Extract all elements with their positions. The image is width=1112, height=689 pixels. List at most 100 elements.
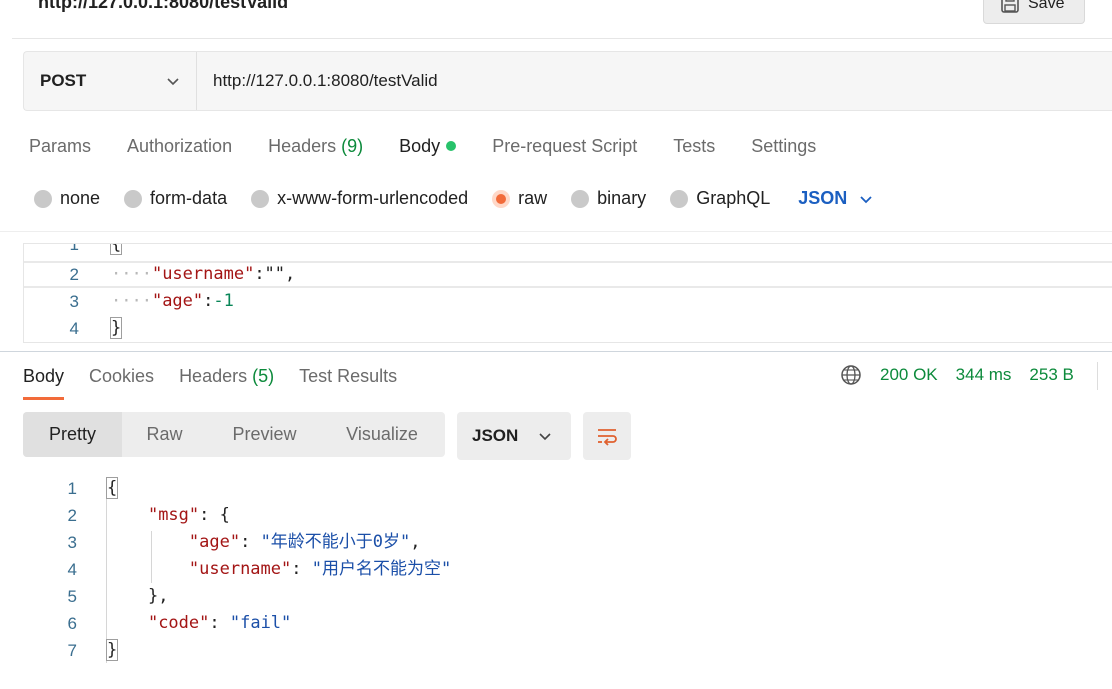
tab-headers[interactable]: Headers (9) xyxy=(268,134,363,172)
raw-format-label: JSON xyxy=(798,188,848,208)
close-brace: } xyxy=(105,639,119,661)
status-code[interactable]: 200 OK xyxy=(880,365,938,385)
url-bar: POST http://127.0.0.1:8080/testValid xyxy=(23,51,1112,111)
request-title[interactable]: http://127.0.0.1:8080/testValid xyxy=(38,0,288,13)
view-mode-visualize[interactable]: Visualize xyxy=(322,412,442,457)
line-code: "code": "fail" xyxy=(107,610,291,637)
body-type-binary[interactable]: binary xyxy=(571,188,646,209)
response-time[interactable]: 344 ms xyxy=(956,365,1012,385)
line-number: 3 xyxy=(69,292,79,311)
line-number: 2 xyxy=(69,265,79,284)
body-type-graphql[interactable]: GraphQL xyxy=(670,188,770,209)
tab-settings-label: Settings xyxy=(751,136,817,156)
pane-split-divider[interactable] xyxy=(0,351,1112,352)
viewer-line: 3 "age": "年龄不能小于0岁", xyxy=(0,529,1112,556)
url-input[interactable]: http://127.0.0.1:8080/testValid xyxy=(197,52,438,110)
json-string-value: "用户名不能为空" xyxy=(311,559,452,579)
response-tab-body[interactable]: Body xyxy=(23,364,65,400)
tab-tests[interactable]: Tests xyxy=(673,134,715,172)
line-code: { xyxy=(105,475,119,502)
viewer-line: 5 }, xyxy=(0,583,1112,610)
request-tabs: Params Authorization Headers (9) Body Pr… xyxy=(29,134,852,172)
json-key: "code" xyxy=(147,613,210,633)
response-status-bar: 200 OK 344 ms 253 B xyxy=(840,364,1074,386)
body-types-divider xyxy=(0,231,1112,232)
line-code: }, xyxy=(107,583,168,610)
line-code: "msg": { xyxy=(107,502,230,529)
radio-selected-icon xyxy=(492,189,511,208)
response-tab-test-results[interactable]: Test Results xyxy=(299,364,397,400)
open-brace: { xyxy=(109,244,123,255)
tab-tests-label: Tests xyxy=(673,136,716,156)
viewer-line: 2 "msg": { xyxy=(0,502,1112,529)
viewer-line: 7 } xyxy=(0,637,1112,664)
tab-authorization[interactable]: Authorization xyxy=(127,134,232,172)
response-tab-headers-label: Headers xyxy=(179,366,248,386)
body-type-none[interactable]: none xyxy=(34,188,100,209)
line-number: 4 xyxy=(67,560,77,579)
request-body-editor[interactable]: 1 { 2 ····"username":"", 3 ····"age":-1 … xyxy=(23,243,1112,343)
chevron-down-icon xyxy=(167,78,179,86)
body-type-graphql-label: GraphQL xyxy=(696,188,771,208)
save-button[interactable]: Save xyxy=(983,0,1085,24)
radio-icon xyxy=(124,189,143,208)
wrap-lines-button[interactable] xyxy=(583,412,631,460)
json-colon: : xyxy=(203,291,214,311)
radio-icon xyxy=(670,189,689,208)
json-value: -1 xyxy=(213,291,234,311)
tab-body-label: Body xyxy=(399,136,441,156)
close-brace: } xyxy=(109,317,123,339)
response-tabs: Body Cookies Headers (5) Test Results xyxy=(23,364,422,400)
json-key: "age" xyxy=(151,291,204,311)
body-type-form-data[interactable]: form-data xyxy=(124,188,227,209)
tab-pre-request-script[interactable]: Pre-request Script xyxy=(492,134,637,172)
body-type-urlencoded[interactable]: x-www-form-urlencoded xyxy=(251,188,468,209)
tab-params[interactable]: Params xyxy=(29,134,91,172)
method-select[interactable]: POST xyxy=(24,52,197,110)
tab-body[interactable]: Body xyxy=(399,134,457,172)
json-string-value: "fail" xyxy=(229,613,292,633)
chevron-down-icon xyxy=(539,433,551,441)
response-tab-headers[interactable]: Headers (5) xyxy=(179,364,274,400)
view-mode-preview[interactable]: Preview xyxy=(207,412,322,457)
radio-icon xyxy=(251,189,270,208)
response-format-select[interactable]: JSON xyxy=(457,412,571,460)
json-colon: : xyxy=(240,532,261,552)
response-body-viewer[interactable]: 1 { 2 "msg": { 3 "age": "年龄不能小于0岁", 4 "u… xyxy=(0,475,1112,675)
close-inner-brace: }, xyxy=(147,586,169,606)
radio-icon xyxy=(34,189,52,208)
body-type-urlencoded-label: x-www-form-urlencoded xyxy=(277,188,469,208)
line-code: { xyxy=(109,244,123,258)
view-mode-pretty[interactable]: Pretty xyxy=(23,412,122,457)
save-icon xyxy=(1001,0,1019,13)
editor-line-current: 2 ····"username":"", xyxy=(24,261,1112,288)
raw-format-select[interactable]: JSON xyxy=(798,188,873,209)
status-separator xyxy=(1097,362,1098,390)
line-code: "age": "年龄不能小于0岁", xyxy=(107,529,421,556)
response-size[interactable]: 253 B xyxy=(1029,365,1073,385)
line-number: 1 xyxy=(69,243,79,254)
editor-line: 1 { xyxy=(24,243,1112,258)
headers-count: (9) xyxy=(341,136,364,156)
line-code: "username": "用户名不能为空" xyxy=(107,556,451,583)
header-divider xyxy=(12,38,1112,39)
editor-line: 4 } xyxy=(24,315,1112,342)
json-colon: : xyxy=(291,559,312,579)
radio-icon xyxy=(571,189,590,208)
response-tab-cookies[interactable]: Cookies xyxy=(89,364,154,400)
tab-settings[interactable]: Settings xyxy=(751,134,816,172)
line-number: 4 xyxy=(69,319,79,338)
body-type-form-data-label: form-data xyxy=(150,188,228,208)
line-number: 5 xyxy=(67,587,77,606)
body-type-raw[interactable]: raw xyxy=(492,188,547,209)
json-colon: : xyxy=(209,613,230,633)
tab-pre-request-label: Pre-request Script xyxy=(492,136,638,156)
view-mode-raw[interactable]: Raw xyxy=(122,412,207,457)
line-number: 2 xyxy=(67,506,77,525)
response-headers-count: (5) xyxy=(252,366,275,386)
line-number: 1 xyxy=(67,479,77,498)
globe-icon[interactable] xyxy=(840,364,862,386)
line-code: } xyxy=(109,315,123,342)
json-string-value: "年龄不能小于0岁" xyxy=(260,532,411,552)
response-tab-test-results-label: Test Results xyxy=(299,366,398,386)
